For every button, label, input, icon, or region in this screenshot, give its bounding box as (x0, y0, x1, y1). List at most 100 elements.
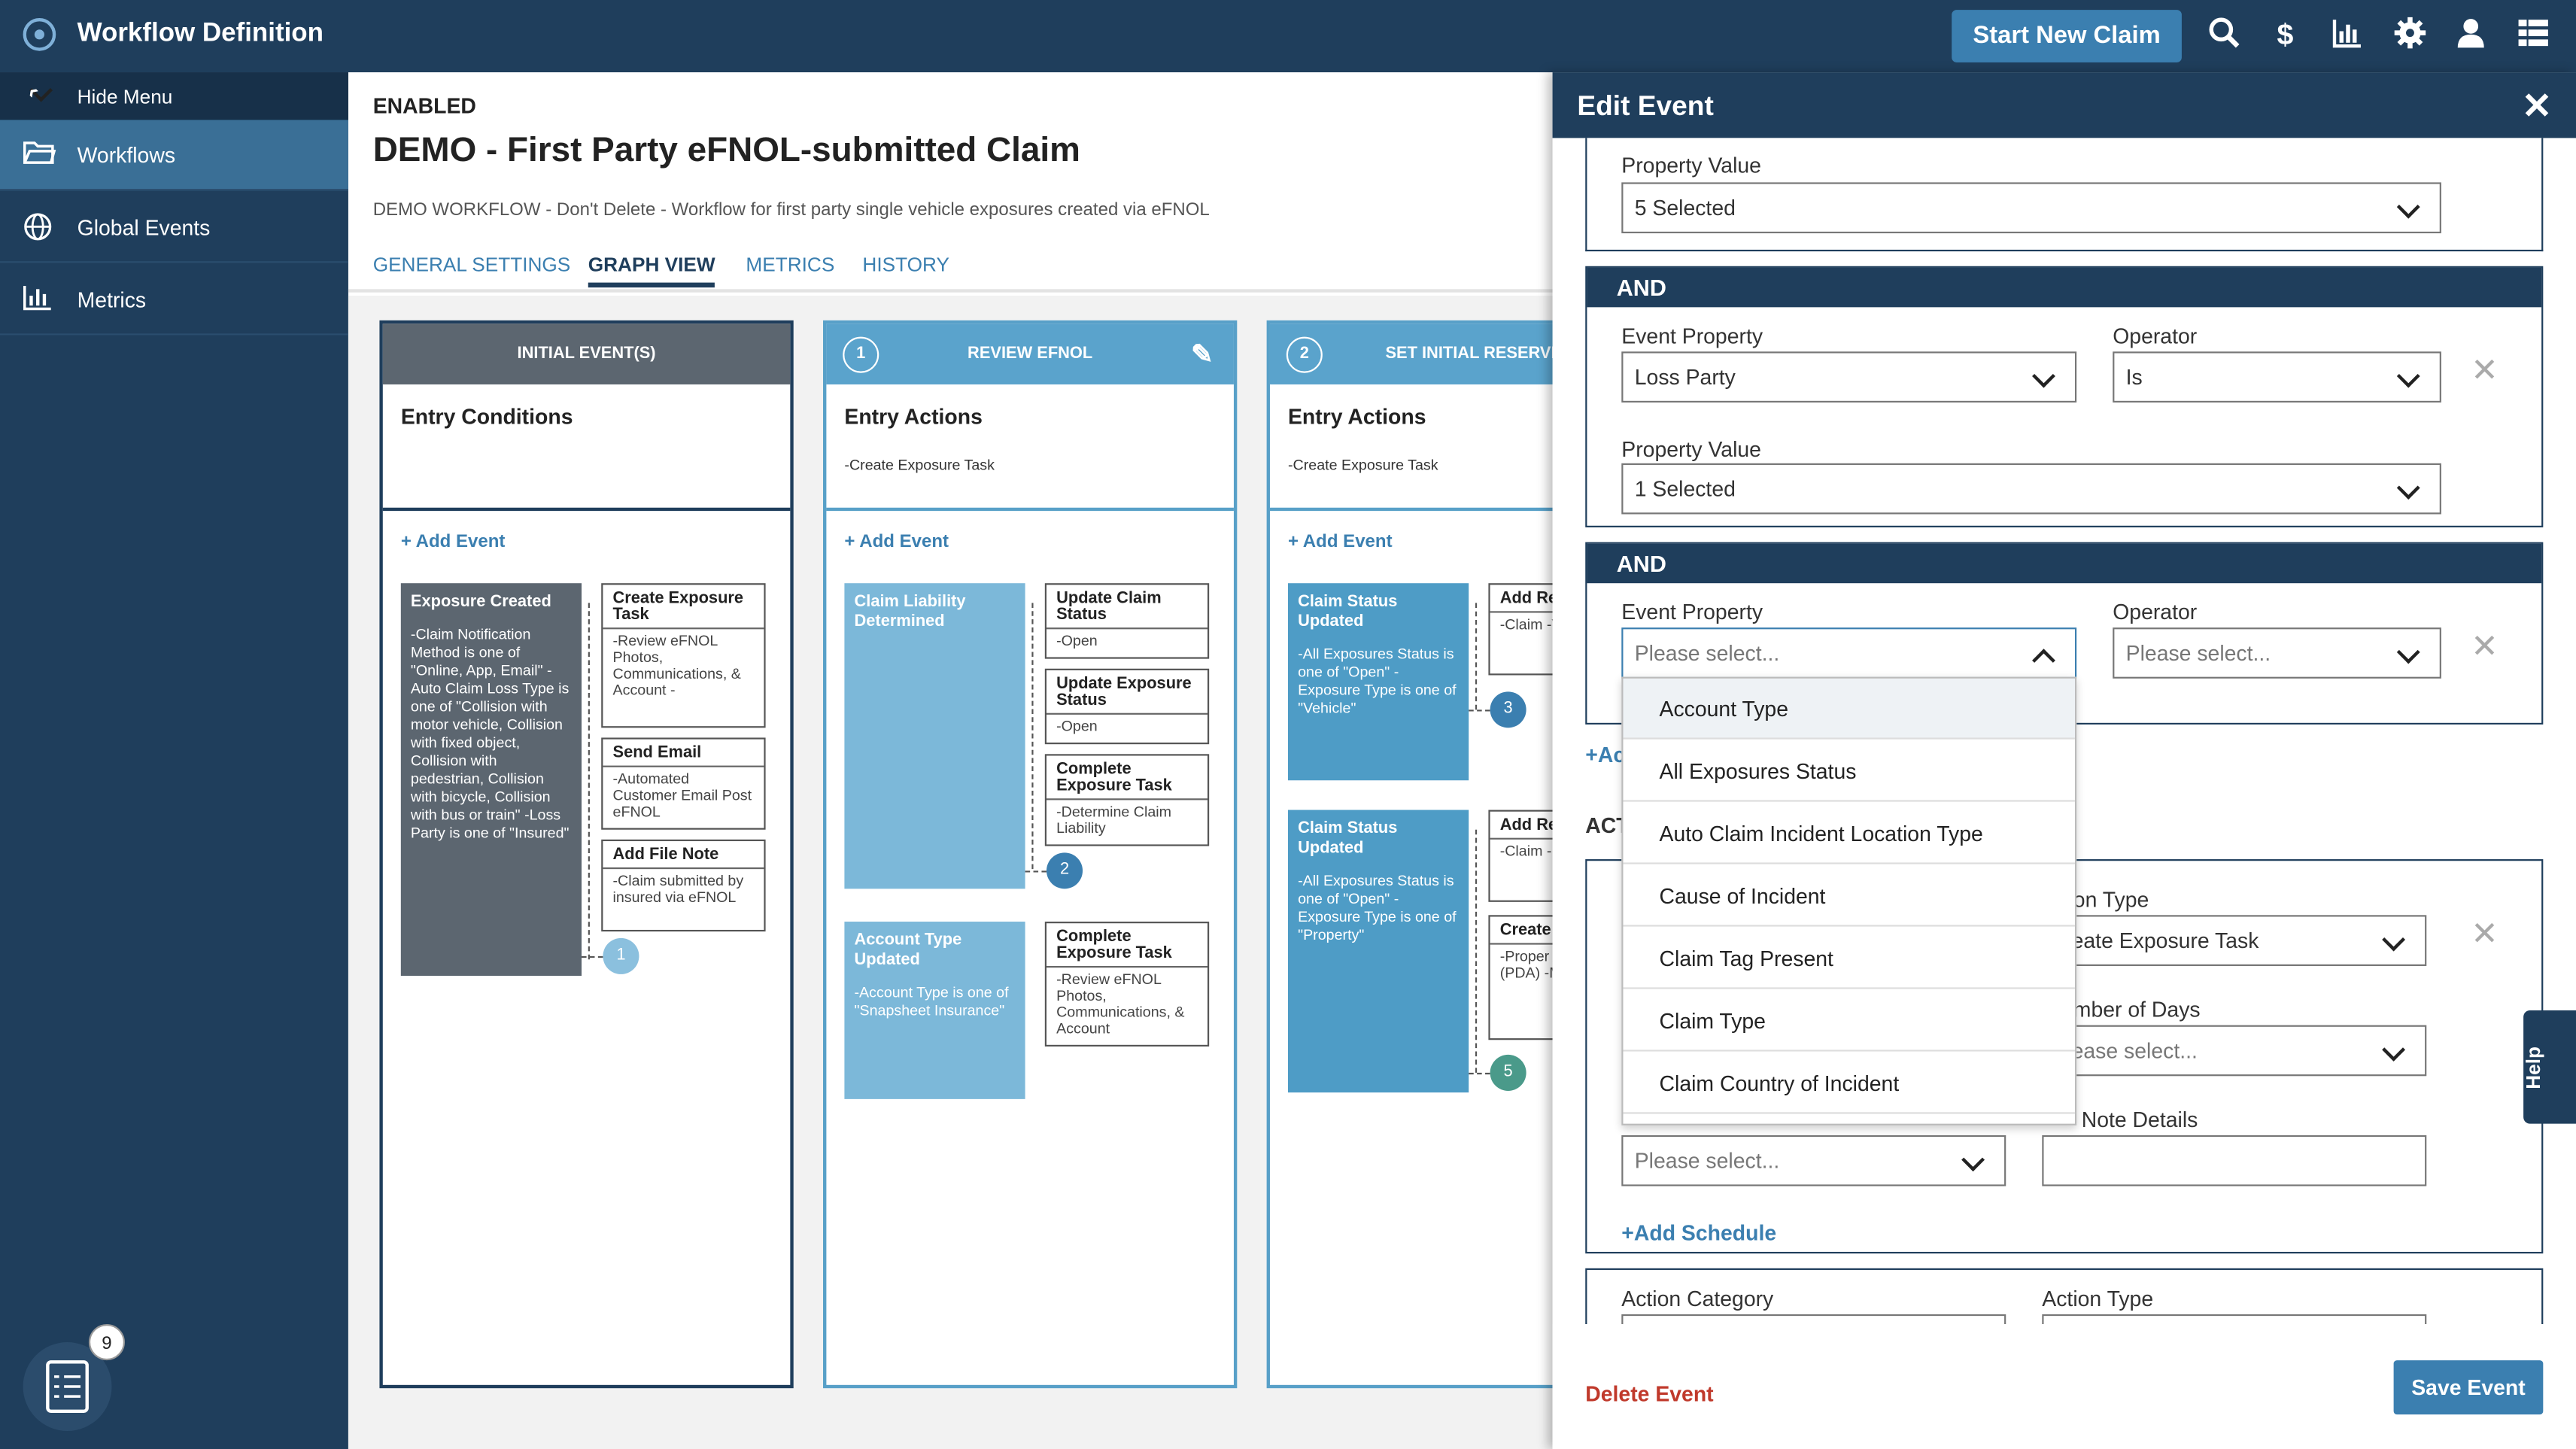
tab-history[interactable]: HISTORY (862, 253, 949, 276)
add-event-link[interactable]: + Add Event (401, 533, 506, 552)
chevron-down-icon (2396, 195, 2420, 219)
action-card[interactable]: Add File Note -Claim submitted by insure… (601, 839, 766, 932)
sidebar-item-label: Global Events (77, 215, 211, 240)
panel-title: Edit Event (1577, 90, 1714, 122)
dropdown-option[interactable]: Claim Country of Incident (1623, 1053, 2075, 1114)
connector-line (1031, 603, 1034, 870)
action-type-label: Action Type (2042, 1286, 2154, 1311)
chevron-down-icon (1961, 1148, 1985, 1172)
goto-step-marker[interactable]: 5 (1490, 1054, 1526, 1091)
action-title: Complete Exposure Task (1046, 923, 1208, 968)
add-event-link[interactable]: + Add Event (844, 533, 949, 552)
page-title: DEMO - First Party eFNOL-submitted Claim (372, 131, 1080, 169)
task-list-button[interactable]: 9 (23, 1324, 125, 1431)
action-card[interactable]: Create Exposure Task -Review eFNOL Photo… (601, 583, 766, 728)
action-card[interactable]: Complete Exposure Task -Determine Claim … (1044, 754, 1210, 846)
select-value: eate Exposure Task (2071, 928, 2259, 953)
note-details-input[interactable] (2042, 1135, 2427, 1186)
select-value: Loss Party (1634, 364, 1736, 390)
action-card[interactable]: Update Exposure Status -Open (1044, 668, 1210, 745)
panel-footer: Delete Event Save Event (1552, 1324, 2576, 1449)
goto-step-marker[interactable]: 1 (603, 937, 639, 974)
remove-action-icon[interactable]: ✕ (2471, 913, 2499, 955)
dropdown-option[interactable]: All Exposures Status (1623, 741, 2075, 802)
connector-line (1025, 870, 1046, 873)
chevron-left-icon: ‹ (23, 78, 53, 103)
select-value: Is (2125, 364, 2143, 390)
condition-box: AND Event Property Loss Party Operator I… (1585, 266, 2544, 527)
action-type-select[interactable]: eate Exposure Task (2042, 915, 2427, 966)
action-body: -Automated Customer Email Post eFNOL (612, 770, 752, 820)
dropdown-option[interactable]: Claim Tag Present (1623, 928, 2075, 989)
trigger-card[interactable]: Claim Status Updated -All Exposures Stat… (1287, 810, 1469, 1093)
delete-event-button[interactable]: Delete Event (1585, 1381, 1713, 1406)
page: Workflow Definition Start New Claim $ ‹ … (0, 0, 2576, 1449)
remove-condition-icon[interactable]: ✕ (2471, 350, 2499, 391)
goto-step-marker[interactable]: 2 (1046, 852, 1083, 889)
goto-step-marker[interactable]: 3 (1490, 691, 1526, 728)
action-card[interactable]: Send Email -Automated Customer Email Pos… (601, 737, 766, 830)
help-tab[interactable]: Help (2521, 1010, 2576, 1124)
action-body: -Determine Claim Liability (1056, 803, 1171, 837)
operator-label: Operator (2113, 600, 2198, 624)
action-category-select[interactable] (1621, 1314, 2006, 1325)
search-icon[interactable] (2207, 17, 2243, 53)
entry-text: -Create Exposure Task (1287, 457, 1438, 473)
trigger-card[interactable]: Claim Status Updated -All Exposures Stat… (1287, 583, 1469, 781)
dollar-icon[interactable]: $ (2267, 17, 2303, 53)
help-label: Help (2521, 1046, 2545, 1089)
save-event-button[interactable]: Save Event (2393, 1360, 2544, 1415)
action-card[interactable]: Update Claim Status -Open (1044, 583, 1210, 659)
dropdown-option[interactable]: Account Type (1623, 678, 2075, 740)
tab-general-settings[interactable]: GENERAL SETTINGS (373, 253, 571, 276)
trigger-card[interactable]: Account Type Updated -Account Type is on… (844, 922, 1025, 1099)
grid-menu-icon[interactable] (2515, 17, 2551, 53)
entry-section: Entry Conditions (382, 384, 791, 512)
schedule-select[interactable]: Please select... (1621, 1135, 2006, 1186)
sidebar-item-metrics[interactable]: Metrics (0, 265, 348, 336)
dropdown-option[interactable]: Cause of Incident (1623, 866, 2075, 927)
start-new-claim-button[interactable]: Start New Claim (1952, 10, 2182, 62)
event-property-dropdown: Account Type All Exposures Status Auto C… (1621, 676, 2077, 1125)
action-title: Send Email (603, 740, 764, 767)
operator-select[interactable]: Is (2113, 351, 2441, 402)
app-logo-icon[interactable] (23, 18, 56, 51)
event-property-select[interactable]: Please select... (1621, 627, 2077, 679)
property-value-select[interactable]: 5 Selected (1621, 182, 2441, 234)
trigger-title: Claim Status Updated (1298, 593, 1398, 631)
add-schedule-link[interactable]: +Add Schedule (1621, 1220, 1776, 1245)
trigger-card[interactable]: Claim Liability Determined (844, 583, 1025, 889)
property-value-select[interactable]: 1 Selected (1621, 463, 2441, 515)
tab-graph-view[interactable]: GRAPH VIEW (588, 253, 715, 288)
connector-line (582, 955, 603, 958)
workflow-column-initial: INITIAL EVENT(S) Entry Conditions + Add … (379, 320, 794, 1389)
action-type-select[interactable] (2042, 1314, 2427, 1325)
trigger-card[interactable]: Exposure Created -Claim Notification Met… (400, 583, 582, 977)
remove-condition-icon[interactable]: ✕ (2471, 626, 2499, 667)
entry-text: -Create Exposure Task (844, 457, 995, 473)
trigger-body: -All Exposures Status is one of "Open" -… (1298, 872, 1457, 943)
user-icon[interactable] (2453, 17, 2489, 53)
action-type-label: on Type (2073, 887, 2149, 912)
close-icon[interactable]: ✕ (2522, 86, 2552, 129)
tab-metrics[interactable]: METRICS (746, 253, 834, 276)
action-card[interactable]: Complete Exposure Task -Review eFNOL Pho… (1044, 922, 1210, 1046)
add-event-link[interactable]: + Add Event (1288, 533, 1393, 552)
trigger-body: -Account Type is one of "Snapsheet Insur… (854, 984, 1009, 1019)
event-property-select[interactable]: Loss Party (1621, 351, 2077, 402)
number-of-days-select[interactable]: ease select... (2042, 1025, 2427, 1077)
gear-icon[interactable] (2392, 17, 2428, 53)
dropdown-option[interactable]: Claim Type (1623, 991, 2075, 1052)
operator-select[interactable]: Please select... (2113, 627, 2441, 679)
add-condition-link[interactable]: +Ac (1585, 743, 1625, 767)
bar-chart-icon[interactable] (2329, 17, 2365, 53)
and-header: AND (1587, 543, 2542, 584)
hide-menu-button[interactable]: ‹ Hide Menu (0, 72, 348, 120)
action-title: Complete Exposure Task (1046, 755, 1208, 800)
dropdown-option[interactable]: Auto Claim Incident Location Type (1623, 803, 2075, 864)
sidebar-item-global-events[interactable]: Global Events (0, 192, 348, 263)
sidebar-item-label: Metrics (77, 287, 147, 312)
globe-icon (23, 212, 56, 242)
sidebar-item-workflows[interactable]: Workflows (0, 120, 348, 191)
edit-pencil-icon[interactable]: ✎ (1191, 325, 1213, 386)
